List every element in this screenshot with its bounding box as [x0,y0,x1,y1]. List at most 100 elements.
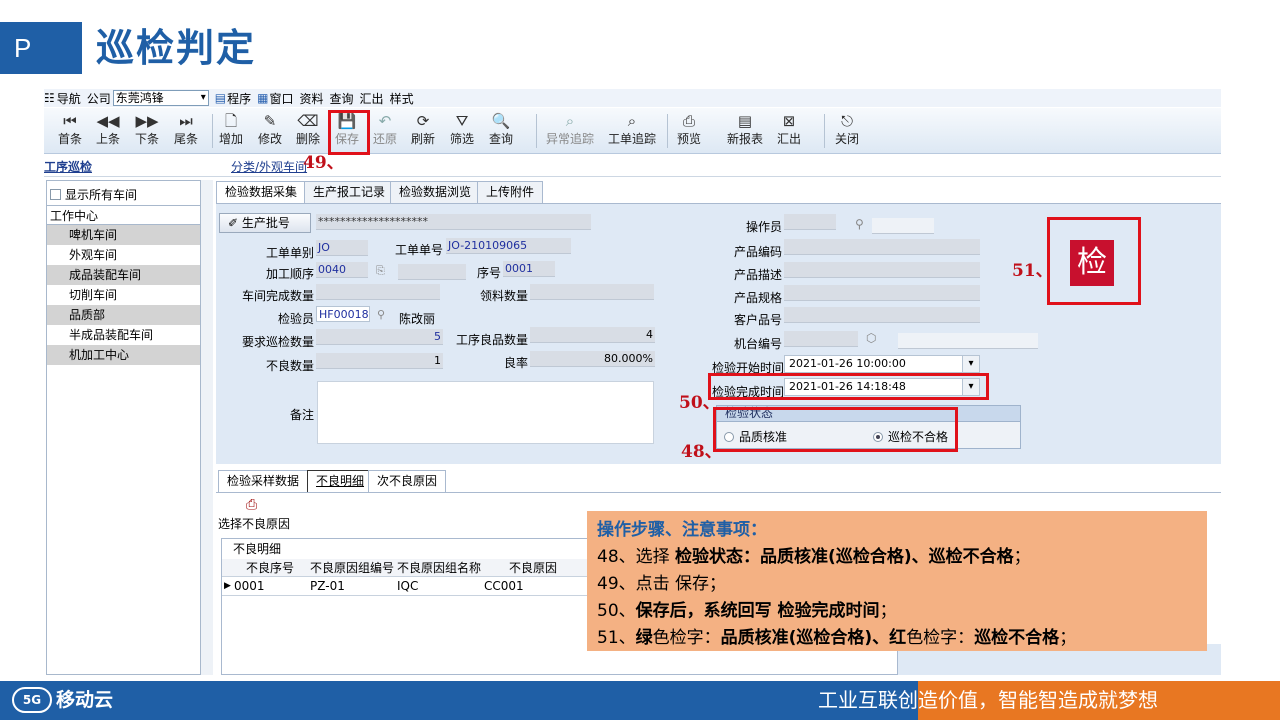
breadcrumb-category[interactable]: 分类/外观车间 [231,158,307,175]
nav-icon[interactable]: ☷ [44,91,55,105]
export-button[interactable]: ⊠ 汇出 [777,112,801,147]
proc-seq-field[interactable]: 0040 [316,262,368,278]
preview-button[interactable]: ⎙ 预览 [677,112,701,147]
refresh-button[interactable]: ⟳ 刷新 [411,112,435,147]
machine-no-field [784,331,858,347]
prev-button[interactable]: ◀◀ 上条 [96,112,120,147]
filter-button[interactable]: ⛛ 筛选 [450,112,474,147]
restore-button[interactable]: ↶ 还原 [373,112,397,147]
footer-slogan: 工业互联创造价值，智能智造成就梦想 [818,688,1158,712]
production-batch-button[interactable]: ✐ 生产批号 [219,213,311,233]
cell[interactable]: CC001 [484,577,524,595]
select-reason-icon[interactable]: ⎙ [246,497,257,513]
menu-window[interactable]: 窗口 [270,90,294,107]
col-header[interactable]: 不良原因组编号 [310,559,394,577]
query-button[interactable]: 🔍 查询 [489,112,513,147]
tab-inspection-data[interactable]: 检验数据采集 [216,181,307,203]
tab-bad-detail[interactable]: 不良明细 [307,470,374,492]
trace-icon: ⌕ [565,112,575,130]
tree-item[interactable]: 品质部 [47,305,200,325]
delete-icon: ⌫ [297,112,319,130]
production-batch-field[interactable]: ******************** [316,214,591,230]
person-icon[interactable]: ⚲ [855,217,864,231]
show-all-checkbox[interactable]: 显示所有车间 [50,186,137,203]
delete-button[interactable]: ⌫ 删除 [296,112,320,147]
tree-item[interactable]: 成品装配车间 [47,265,200,285]
label-seq: 序号 [476,266,501,280]
good-qty-field[interactable]: 4 [530,327,655,343]
tree-item[interactable]: 切削车间 [47,285,200,305]
tab-sample-data[interactable]: 检验采样数据 [218,470,309,492]
menu-nav[interactable]: 导航 [57,90,81,107]
cell[interactable]: IQC [397,577,418,595]
inspector-code-field[interactable]: HF00018 [316,306,370,322]
splitter[interactable] [201,180,213,675]
req-qty-field[interactable]: 5 [316,329,443,345]
label-pick-qty: 领料数量 [479,289,528,303]
annotation-51: 51、 [1012,261,1053,281]
wo-type-field[interactable]: JO [316,240,368,256]
close-button[interactable]: ⎋ 关闭 [835,112,859,147]
label-proc-seq: 加工顺序 [265,267,314,281]
cell[interactable]: PZ-01 [310,577,345,595]
remark-textarea[interactable] [317,381,654,444]
seq-field[interactable]: 0001 [503,261,555,277]
toolbar: ⏮ 首条 ◀◀ 上条 ▶▶ 下条 ⏭ 尾条 🗋 增加 ✎ 修改 ⌫ 删除 💾 保存 ↶ 还原 ⟳ 刷… [44,108,1221,154]
edit-icon: ✎ [263,112,277,130]
menu-bar: ☷ 导航 公司 东莞鸿锋 ▤ 程序 ▦ 窗口 资料 查询 汇出 样式 [44,89,1221,107]
label-req-qty: 要求巡检数量 [241,335,314,349]
tree-item[interactable]: 机加工中心 [47,345,200,365]
tab-production-report[interactable]: 生产报工记录 [304,181,395,203]
first-button[interactable]: ⏮ 首条 [58,112,82,147]
menu-query[interactable]: 查询 [330,90,354,107]
col-header[interactable]: 不良原因 [509,559,557,577]
tab-secondary-reason[interactable]: 次不良原因 [368,470,447,492]
doc-tabstrip [44,155,1221,177]
company-select[interactable]: 东莞鸿锋 [112,90,209,106]
annotation-48: 48、 [681,442,722,462]
workorder-trace-button[interactable]: ⌕ 工单追踪 [608,112,656,147]
edit-button[interactable]: ✎ 修改 [258,112,282,147]
tab-inspection-browse[interactable]: 检验数据浏览 [390,181,481,203]
wo-no-field[interactable]: JO-210109065 [446,238,571,254]
menu-style[interactable]: 样式 [390,90,414,107]
window-icon: ▦ [257,91,269,105]
menu-program[interactable]: 程序 [227,90,251,107]
col-header[interactable]: 不良原因组名称 [397,559,481,577]
col-header[interactable]: 不良序号 [246,559,294,577]
tree-item[interactable]: 外观车间 [47,245,200,265]
brand-name: 移动云 [56,689,114,711]
last-button[interactable]: ⏭ 尾条 [174,112,198,147]
link-icon[interactable]: ⎘ [376,264,385,278]
start-time-picker[interactable]: 2021-01-26 10:00:00 [784,355,980,373]
add-button[interactable]: 🗋 增加 [219,112,243,147]
tree-header[interactable]: 工作中心 [47,205,200,225]
filter-icon: ⛛ [455,112,469,130]
cell[interactable]: 0001 [234,577,265,595]
tree-item[interactable]: 半成品装配车间 [47,325,200,345]
exception-trace-button[interactable]: ⌕ 异常追踪 [546,112,594,147]
program-icon: ▤ [214,91,227,105]
breadcrumb-left[interactable]: 工序巡检 [44,158,92,175]
note-49: 49、点击 保存； [597,574,727,594]
brand-logo: 5G 移动云 [12,684,113,716]
query-icon: 🔍 [491,112,511,130]
report-icon: ▤ [737,112,753,130]
bad-qty-field[interactable]: 1 [316,353,443,369]
select-reason-label[interactable]: 选择不良原因 [218,515,290,532]
menu-data[interactable]: 资料 [300,90,324,107]
person-lookup-icon[interactable]: ⚲ [377,308,385,321]
note-50: 50、保存后，系统回写 检验完成时间； [597,601,897,621]
tab-upload-attachment[interactable]: 上传附件 [477,181,544,203]
machine-lookup-icon[interactable]: ⬡ [866,331,876,345]
export-icon: ⊠ [782,112,796,130]
tree-item[interactable]: 啤机车间 [47,225,200,245]
close-icon: ⎋ [841,112,853,130]
new-report-button[interactable]: ▤ 新报表 [727,112,763,147]
next-button[interactable]: ▶▶ 下条 [135,112,159,147]
menu-export[interactable]: 汇出 [360,90,384,107]
shop-done-qty-field [316,284,440,300]
label-remark: 备注 [289,408,314,422]
grid-title: 不良明细 [233,542,282,556]
label-wo-no: 工单单号 [394,243,443,257]
